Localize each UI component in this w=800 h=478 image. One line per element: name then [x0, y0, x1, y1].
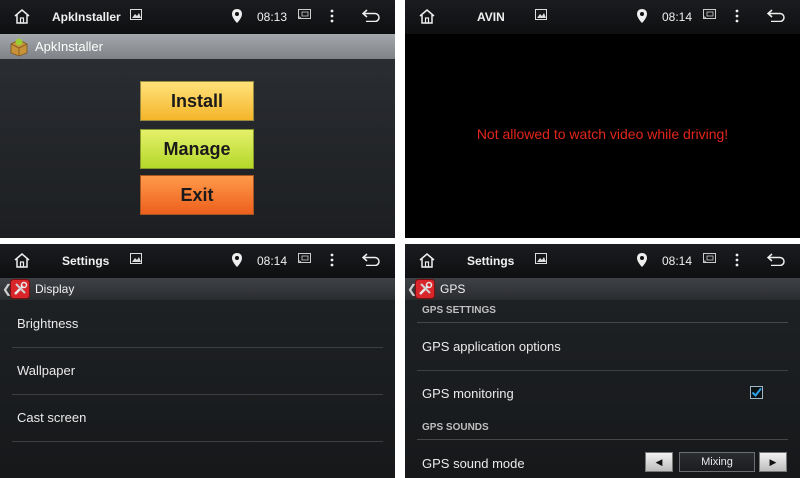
settings-tools-icon: [415, 279, 435, 299]
driving-warning-text: Not allowed to watch video while driving…: [476, 126, 729, 142]
gps-application-options-label: GPS application options: [422, 339, 561, 354]
gps-settings-list: GPS SETTINGS GPS application options GPS…: [405, 300, 800, 478]
wallpaper-label: Wallpaper: [17, 363, 76, 378]
status-bar: AVIN 08:14: [405, 0, 800, 34]
home-icon[interactable]: [419, 0, 439, 34]
home-icon[interactable]: [14, 244, 34, 278]
settings-tools-icon: [10, 279, 30, 299]
location-pin-icon: [232, 244, 244, 278]
cast-icon[interactable]: [703, 0, 717, 34]
gps-settings-section-label: GPS SETTINGS: [422, 305, 496, 316]
gps-sound-mode-label: GPS sound mode: [422, 456, 525, 471]
overflow-menu-icon[interactable]: [330, 244, 338, 278]
settings-header[interactable]: ❮ GPS: [405, 278, 800, 300]
install-button[interactable]: Install: [140, 81, 254, 121]
apkinstaller-panel: ApkInstaller 08:13 ApkInstaller Install …: [0, 0, 395, 238]
app-title: ApkInstaller: [35, 39, 103, 54]
back-icon[interactable]: [362, 0, 382, 34]
gps-monitoring-item[interactable]: GPS monitoring: [417, 370, 788, 417]
home-icon[interactable]: [14, 0, 34, 34]
gps-settings-panel: Settings 08:14 ❮ GPS GPS SETTINGS GPS ap…: [405, 244, 800, 478]
overflow-menu-icon[interactable]: [330, 0, 338, 34]
status-bar: Settings 08:14: [405, 244, 800, 278]
manage-button[interactable]: Manage: [140, 129, 254, 169]
cast-screen-item[interactable]: Cast screen: [12, 394, 383, 442]
cast-icon[interactable]: [298, 0, 312, 34]
status-bar: ApkInstaller 08:13: [0, 0, 395, 34]
home-icon[interactable]: [419, 244, 439, 278]
location-pin-icon: [637, 0, 649, 34]
display-settings-list: Brightness Wallpaper Cast screen: [0, 300, 395, 478]
settings-header-title: Display: [35, 282, 75, 296]
cast-icon[interactable]: [298, 244, 312, 278]
sound-mode-previous-button[interactable]: ◀: [645, 452, 673, 472]
back-icon[interactable]: [767, 244, 787, 278]
avin-panel: AVIN 08:14 Not allowed to watch video wh…: [405, 0, 800, 238]
clock-time: 08:14: [257, 254, 288, 268]
gps-monitoring-checkbox[interactable]: [750, 386, 763, 399]
wallpaper-item[interactable]: Wallpaper: [12, 347, 383, 395]
sound-mode-next-button[interactable]: ▶: [759, 452, 787, 472]
cast-icon[interactable]: [703, 244, 717, 278]
status-bar: Settings 08:14: [0, 244, 395, 278]
overflow-menu-icon[interactable]: [735, 0, 743, 34]
location-pin-icon: [637, 244, 649, 278]
gps-sounds-section-label: GPS SOUNDS: [422, 422, 489, 433]
back-icon[interactable]: [767, 0, 787, 34]
gallery-icon: [130, 0, 144, 34]
gps-sounds-section-header: GPS SOUNDS: [417, 417, 788, 440]
display-settings-panel: Settings 08:14 ❮ Display Brightness Wall…: [0, 244, 395, 478]
brightness-label: Brightness: [17, 316, 79, 331]
clock-time: 08:14: [662, 254, 693, 268]
status-title: AVIN: [477, 10, 505, 24]
status-title: ApkInstaller: [52, 10, 121, 24]
sound-mode-value: Mixing: [679, 452, 755, 472]
checkmark-icon: [751, 387, 762, 398]
gallery-icon: [130, 244, 144, 278]
clock-time: 08:14: [662, 10, 693, 24]
gps-settings-section-header: GPS SETTINGS: [417, 300, 788, 323]
settings-header-title: GPS: [440, 282, 466, 296]
brightness-item[interactable]: Brightness: [12, 300, 383, 348]
overflow-menu-icon[interactable]: [735, 244, 743, 278]
settings-header[interactable]: ❮ Display: [0, 278, 395, 300]
gps-sound-mode-item: GPS sound mode ◀ Mixing ▶: [417, 440, 788, 478]
gps-application-options-item[interactable]: GPS application options: [417, 323, 788, 371]
location-pin-icon: [232, 0, 244, 34]
cast-screen-label: Cast screen: [17, 410, 87, 425]
installer-content: Install Manage Exit: [0, 59, 395, 238]
gallery-icon: [535, 0, 549, 34]
back-icon[interactable]: [362, 244, 382, 278]
gallery-icon: [535, 244, 549, 278]
app-action-bar: ApkInstaller: [0, 34, 395, 59]
gps-monitoring-label: GPS monitoring: [422, 386, 514, 401]
arrow-right-icon: ▶: [769, 457, 777, 467]
clock-time: 08:13: [257, 10, 288, 24]
exit-button[interactable]: Exit: [140, 175, 254, 215]
arrow-left-icon: ◀: [655, 457, 663, 467]
android-box-icon: [9, 37, 29, 57]
